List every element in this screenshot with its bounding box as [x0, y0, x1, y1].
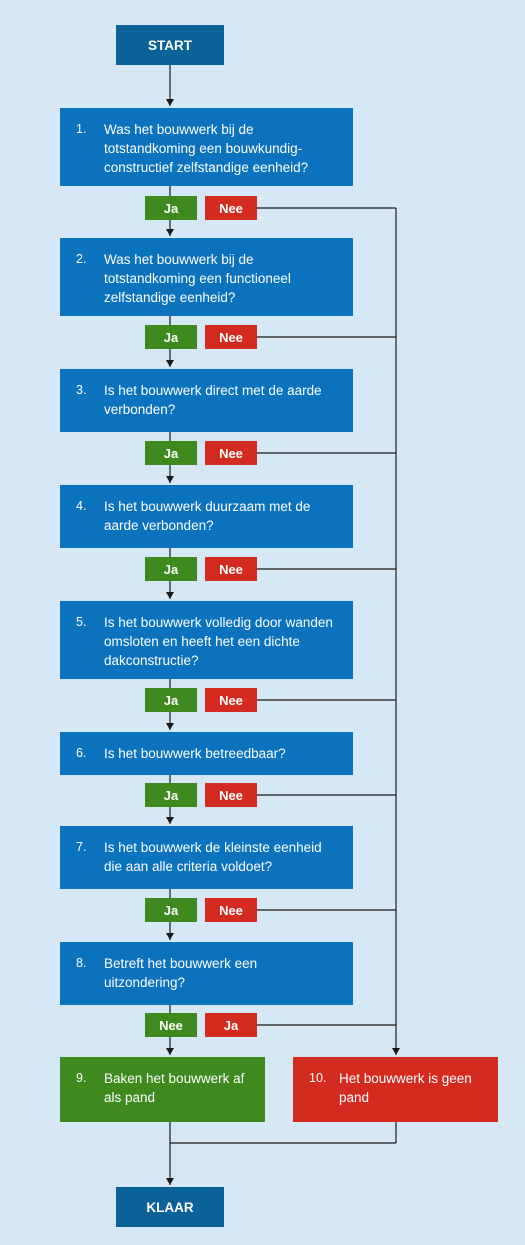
question-number: 2. — [76, 252, 87, 266]
question-3-box: 3. Is het bouwwerk direct met de aarde ve… — [60, 369, 353, 432]
question-5-box: 5. Is het bouwwerk volledig door wanden o… — [60, 601, 353, 679]
question-7-box: 7. Is het bouwwerk de kleinste eenheid di… — [60, 826, 353, 889]
question-text: Is het bouwwerk volledig door wanden oms… — [104, 615, 333, 668]
question-text: Was het bouwwerk bij de totstandkoming e… — [104, 252, 291, 305]
question-number: 6. — [76, 746, 87, 760]
answer-ja-button: Ja — [145, 688, 197, 712]
end-node: KLAAR — [116, 1187, 224, 1227]
answer-nee-button: Nee — [205, 898, 257, 922]
question-text: Is het bouwwerk direct met de aarde verb… — [104, 383, 322, 417]
question-2-box: 2. Was het bouwwerk bij de totstandkoming… — [60, 238, 353, 316]
answer-ja-button: Ja — [145, 196, 197, 220]
outcome-geen-number: 10. — [309, 1071, 327, 1085]
answer-ja-button: Ja — [145, 441, 197, 465]
question-number: 1. — [76, 122, 87, 136]
answer-ja-button: Ja — [145, 898, 197, 922]
question-text: Is het bouwwerk de kleinste eenheid die … — [104, 840, 322, 874]
answer-ja-button: Ja — [145, 783, 197, 807]
question-1-box: 1. Was het bouwwerk bij de totstandkoming… — [60, 108, 353, 186]
question-number: 8. — [76, 956, 87, 970]
question-text: Is het bouwwerk duurzaam met de aarde ve… — [104, 499, 311, 533]
outcome-geen-pand-node: 10. Het bouwwerk is geen pand — [293, 1057, 498, 1122]
question-number: 7. — [76, 840, 87, 854]
question-text: Is het bouwwerk betreedbaar? — [104, 746, 286, 761]
start-node: START — [116, 25, 224, 65]
answer-nee-button: Nee — [205, 196, 257, 220]
question-text: Betreft het bouwwerk een uitzondering? — [104, 956, 258, 990]
outcome-pand-number: 9. — [76, 1071, 87, 1085]
question-4-box: 4. Is het bouwwerk duurzaam met de aarde … — [60, 485, 353, 548]
outcome-pand-text: Baken het bouwwerk af als pand — [104, 1071, 245, 1105]
flowchart: START 1. Was het bouwwerk bij de totstand… — [0, 0, 525, 1245]
answer-nee-button: Nee — [205, 557, 257, 581]
end-label: KLAAR — [146, 1199, 194, 1215]
answer-ja-button: Ja — [205, 1013, 257, 1037]
outcome-geen-text: Het bouwwerk is geen pand — [339, 1071, 472, 1105]
answer-nee-button: Nee — [145, 1013, 197, 1037]
question-8-box: 8. Betreft het bouwwerk een uitzondering? — [60, 942, 353, 1005]
start-label: START — [148, 37, 192, 53]
question-number: 5. — [76, 615, 87, 629]
question-text: Was het bouwwerk bij de totstandkoming e… — [104, 122, 309, 175]
question-number: 3. — [76, 383, 87, 397]
question-number: 4. — [76, 499, 87, 513]
outcome-pand-node: 9. Baken het bouwwerk af als pand — [60, 1057, 265, 1122]
answer-ja-button: Ja — [145, 557, 197, 581]
answer-nee-button: Nee — [205, 783, 257, 807]
question-6-box: 6. Is het bouwwerk betreedbaar? — [60, 732, 353, 775]
answer-nee-button: Nee — [205, 325, 257, 349]
answer-ja-button: Ja — [145, 325, 197, 349]
answer-nee-button: Nee — [205, 688, 257, 712]
answer-nee-button: Nee — [205, 441, 257, 465]
